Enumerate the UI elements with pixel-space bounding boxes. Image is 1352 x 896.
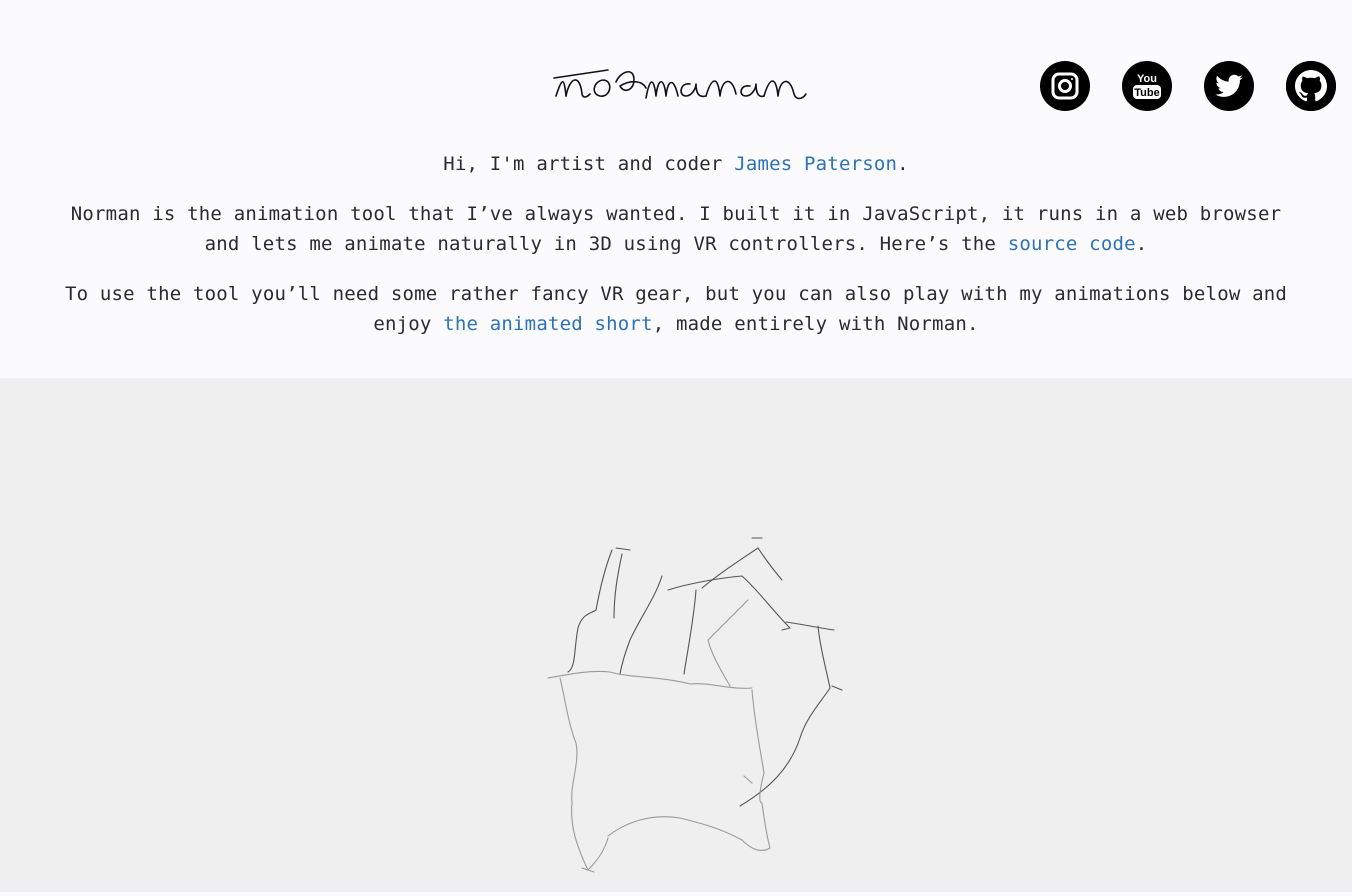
intro-usage: To use the tool you’ll need some rather … bbox=[64, 283, 1288, 335]
norman-logo[interactable] bbox=[550, 58, 812, 110]
intro-text: Hi, I'm artist and coder James Paterson.… bbox=[60, 149, 1292, 359]
github-icon bbox=[1286, 61, 1336, 111]
youtube-link[interactable]: You Tube bbox=[1122, 61, 1172, 111]
github-link[interactable] bbox=[1286, 61, 1336, 111]
author-link[interactable]: James Paterson bbox=[734, 153, 897, 175]
twitter-icon bbox=[1215, 74, 1243, 97]
site-header: You Tube Hi, I'm artist and coder James … bbox=[0, 0, 1352, 378]
youtube-icon: You Tube bbox=[1133, 73, 1161, 99]
twitter-link[interactable] bbox=[1204, 61, 1254, 111]
animated-short-link[interactable]: the animated short bbox=[443, 313, 653, 335]
intro-greeting: Hi, I'm artist and coder James Paterson. bbox=[443, 153, 909, 175]
intro-description: Norman is the animation tool that I’ve a… bbox=[70, 203, 1282, 255]
animation-sketch bbox=[547, 537, 843, 873]
source-code-link[interactable]: source code bbox=[1008, 233, 1136, 255]
svg-text:You: You bbox=[1137, 73, 1157, 85]
instagram-icon bbox=[1051, 72, 1079, 100]
instagram-link[interactable] bbox=[1040, 61, 1090, 111]
animation-canvas[interactable] bbox=[0, 378, 1352, 892]
svg-text:Tube: Tube bbox=[1134, 87, 1159, 99]
